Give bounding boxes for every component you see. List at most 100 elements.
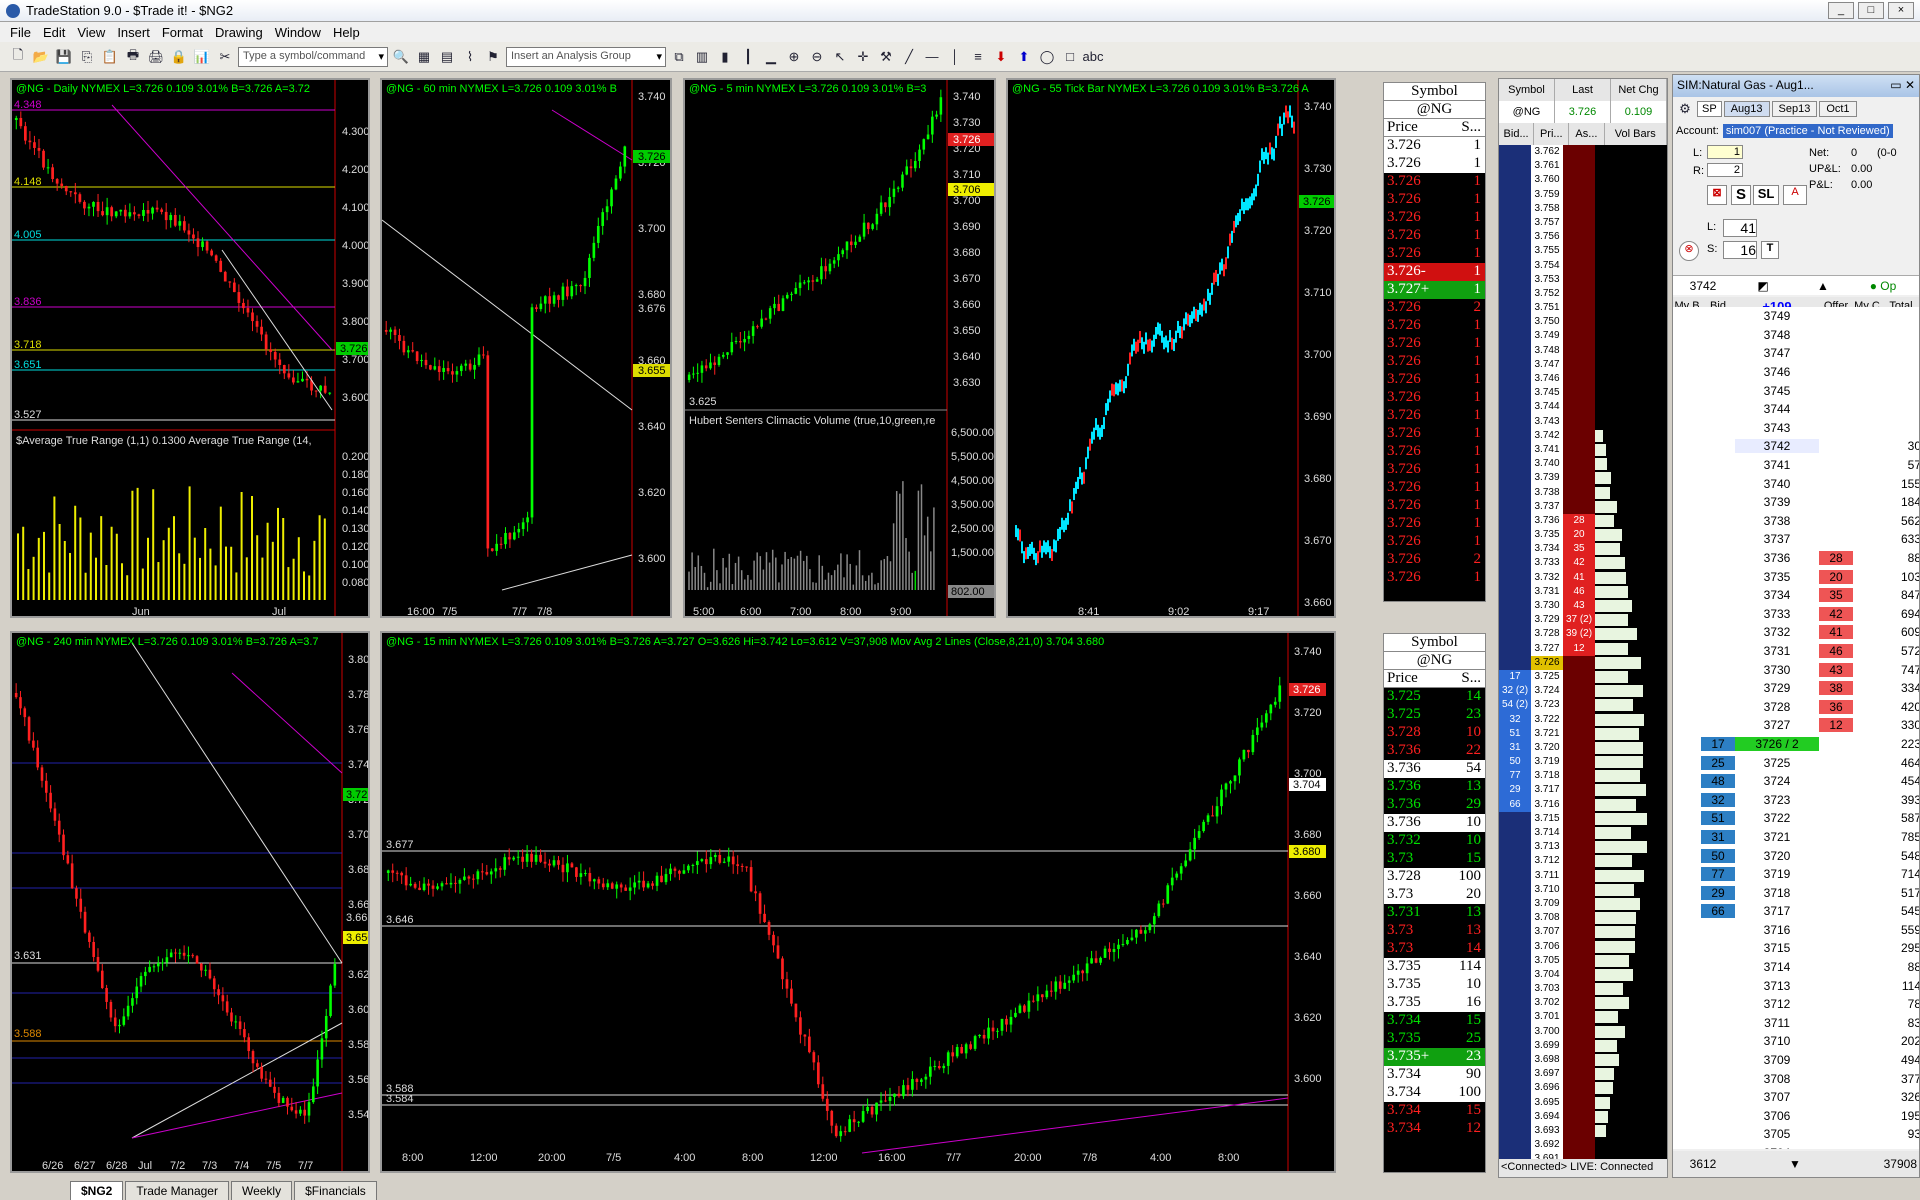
- open-icon[interactable]: 📂: [31, 47, 51, 67]
- dom-row[interactable]: 3.701: [1499, 1010, 1667, 1025]
- ladder-row[interactable]: 32 3723 393: [1673, 790, 1919, 809]
- dom-row[interactable]: 3.754: [1499, 258, 1667, 273]
- flatten-button[interactable]: ⊠: [1707, 185, 1727, 205]
- dom-row[interactable]: 3.693: [1499, 1123, 1667, 1139]
- dom-row[interactable]: 3.714: [1499, 826, 1667, 841]
- dom-row[interactable]: 3.700: [1499, 1024, 1667, 1039]
- ladder-total[interactable]: 114: [1881, 979, 1919, 993]
- menu-help[interactable]: Help: [327, 25, 366, 40]
- ladder-row[interactable]: 3704: [1673, 1144, 1919, 1149]
- ladder-offer[interactable]: 46: [1819, 643, 1853, 658]
- analysis-group-select[interactable]: Insert an Analysis Group: [506, 46, 666, 67]
- ladder-total[interactable]: 334: [1881, 681, 1919, 695]
- ladder-row[interactable]: 3727 12 330: [1673, 716, 1919, 735]
- dom-row[interactable]: 3.756: [1499, 230, 1667, 245]
- ladder-total[interactable]: 57: [1881, 458, 1919, 472]
- ladder-bid[interactable]: 51: [1701, 811, 1735, 826]
- dom-row[interactable]: 3.707: [1499, 925, 1667, 940]
- ladder-row[interactable]: 3707 326: [1673, 1088, 1919, 1107]
- ladder-row[interactable]: 3743: [1673, 419, 1919, 438]
- dom-row[interactable]: 3.731 46: [1499, 584, 1667, 599]
- text-icon[interactable]: abc: [1083, 47, 1104, 67]
- 60min-chart-canvas[interactable]: 3.7403.7203.7003.6803.6603.6403.6203.600…: [382, 80, 672, 618]
- ladder-row[interactable]: 3734 35 847: [1673, 586, 1919, 605]
- dom-row[interactable]: 3.706: [1499, 939, 1667, 954]
- horizontal-line-icon[interactable]: ―: [922, 47, 942, 67]
- ladder-bid[interactable]: 66: [1701, 904, 1735, 919]
- dom-row[interactable]: 3.735 20: [1499, 528, 1667, 543]
- ladder-row[interactable]: 3705 93: [1673, 1125, 1919, 1144]
- ellipse-icon[interactable]: ◯: [1037, 47, 1057, 67]
- dom-row[interactable]: 3.736 28: [1499, 513, 1667, 529]
- ladder-total[interactable]: 714: [1881, 867, 1919, 881]
- ladder-bid[interactable]: 31: [1701, 829, 1735, 844]
- arrow-up-icon[interactable]: ⬆: [1014, 47, 1034, 67]
- paste-icon[interactable]: 📋: [100, 47, 120, 67]
- dom-row[interactable]: 3.743: [1499, 414, 1667, 429]
- crosshair-icon[interactable]: ✛: [853, 47, 873, 67]
- dom-row[interactable]: 3.710: [1499, 882, 1667, 897]
- ladder-row[interactable]: 25 3725 464: [1673, 753, 1919, 772]
- chart-60min[interactable]: 3.7403.7203.7003.6803.6603.6403.6203.600…: [380, 78, 672, 618]
- chart-daily[interactable]: 4.348 4.148 4.005 3.836 3.718 3.651 3.527 4.300…: [10, 78, 370, 618]
- ladder-total[interactable]: 420: [1881, 700, 1919, 714]
- copy-icon[interactable]: ⎘: [77, 47, 97, 67]
- ladder-row[interactable]: 51 3722 587: [1673, 809, 1919, 828]
- dom-row[interactable]: 3.713: [1499, 840, 1667, 855]
- vertical-line-icon[interactable]: │: [945, 47, 965, 67]
- dom-row[interactable]: 3.733 42: [1499, 556, 1667, 571]
- print-preview-icon[interactable]: 🖨: [146, 47, 166, 67]
- ladder-total[interactable]: 559: [1881, 923, 1919, 937]
- ladder-row[interactable]: 3712 78: [1673, 995, 1919, 1014]
- dom-row[interactable]: 51 3.721: [1499, 726, 1667, 741]
- scroll-up-icon[interactable]: ▲: [1793, 279, 1853, 293]
- strategy-icon[interactable]: ⚑: [483, 47, 503, 67]
- ladder-row[interactable]: 3737 633: [1673, 530, 1919, 549]
- volume-icon[interactable]: ▁: [761, 47, 781, 67]
- ladder-bid[interactable]: 25: [1701, 755, 1735, 770]
- ladder-total[interactable]: 517: [1881, 886, 1919, 900]
- time-and-sales-1[interactable]: Symbol @NG Price S... 3.726 1 3.726 1 3.726 1 3…: [1383, 82, 1486, 602]
- dom-row[interactable]: 3.749: [1499, 329, 1667, 344]
- dom-row[interactable]: 50 3.719: [1499, 755, 1667, 770]
- grid-icon[interactable]: ▦: [414, 47, 434, 67]
- dom-row[interactable]: 3.708: [1499, 911, 1667, 926]
- trendline-icon[interactable]: ╱: [899, 47, 919, 67]
- ladder-offer[interactable]: 20: [1819, 569, 1853, 584]
- ladder-row[interactable]: 3710 202: [1673, 1032, 1919, 1051]
- ladder-row[interactable]: 17 3726 / 2 223: [1673, 735, 1919, 754]
- ladder-row[interactable]: 3741 57: [1673, 456, 1919, 475]
- dom-row[interactable]: 3.734 35: [1499, 542, 1667, 557]
- ladder-total[interactable]: 587: [1881, 811, 1919, 825]
- ladder-row[interactable]: 3715 295: [1673, 939, 1919, 958]
- chart-15min[interactable]: 3.677 3.646 3.588 3.584 3.740 3.720 3.700 3.680…: [380, 631, 1336, 1173]
- ladder-row[interactable]: 3706 195: [1673, 1107, 1919, 1126]
- qty-combo[interactable]: SP: [1697, 101, 1722, 117]
- ladder-total[interactable]: 464: [1881, 756, 1919, 770]
- ladder-row[interactable]: 3744: [1673, 400, 1919, 419]
- indicator-icon[interactable]: ⌇: [460, 47, 480, 67]
- dom-row[interactable]: 3.704: [1499, 967, 1667, 983]
- ladder-total[interactable]: 83: [1881, 1016, 1919, 1030]
- month-oct[interactable]: Oct1: [1819, 101, 1857, 117]
- dom-row[interactable]: 3.758: [1499, 201, 1667, 216]
- ladder-row[interactable]: 29 3718 517: [1673, 883, 1919, 902]
- ladder-row[interactable]: 3746: [1673, 363, 1919, 382]
- ladder-total[interactable]: 545: [1881, 904, 1919, 918]
- ladder-row[interactable]: 3732 41 609: [1673, 623, 1919, 642]
- dom-row[interactable]: 3.702: [1499, 996, 1667, 1011]
- dom-row[interactable]: 3.746: [1499, 372, 1667, 387]
- dom-row[interactable]: 3.695: [1499, 1095, 1667, 1110]
- zoom-in-icon[interactable]: ⊕: [784, 47, 804, 67]
- ladder-offer[interactable]: 42: [1819, 606, 1853, 621]
- alert-button[interactable]: A: [1783, 185, 1807, 205]
- ladder-offer[interactable]: 12: [1819, 718, 1853, 733]
- dom-row[interactable]: 3.730 43: [1499, 599, 1667, 614]
- dom-row[interactable]: 3.727 12: [1499, 641, 1667, 656]
- tick-chart-canvas[interactable]: 3.740 3.730 3.720 3.710 3.700 3.690 3.680 3.670…: [1008, 80, 1336, 618]
- ladder-row[interactable]: 48 3724 454: [1673, 772, 1919, 791]
- dom-row[interactable]: 3.759: [1499, 187, 1667, 202]
- l2-input[interactable]: 41: [1723, 219, 1757, 237]
- price-ladder[interactable]: 3749 3748 3747 3746 3745 3744 3743 3742 30 3741 57…: [1673, 307, 1919, 1149]
- ladder-total[interactable]: 195: [1881, 1109, 1919, 1123]
